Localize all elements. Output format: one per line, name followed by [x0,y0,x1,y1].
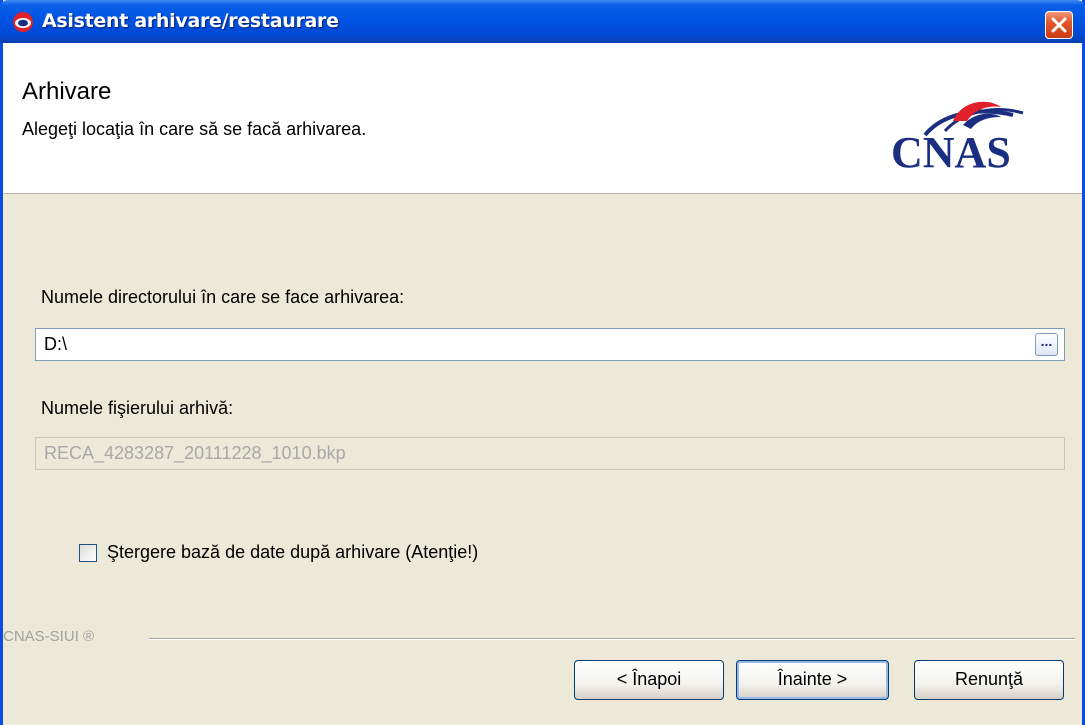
browse-button[interactable]: ... [1035,333,1058,356]
app-icon [12,11,34,33]
directory-field[interactable]: D:\ [35,328,1065,361]
footer-brand: CNAS-SIUI ® [3,628,95,645]
cancel-button[interactable]: Renunţă [914,660,1064,700]
delete-db-label[interactable]: Ştergere bază de date după arhivare (Ate… [107,542,478,563]
directory-value: D:\ [44,334,68,354]
window-title: Asistent arhivare/restaurare [42,10,339,32]
directory-label: Numele directorului în care se face arhi… [41,287,405,307]
footer-divider [149,638,1075,640]
archive-name-value: RECA_4283287_20111228_1010.bkp [44,443,346,463]
wizard-window: Asistent arhivare/restaurare Arhivare Al… [0,0,1085,725]
delete-db-checkbox[interactable] [79,544,97,562]
wizard-header: Arhivare Alegeţi locaţia în care să se f… [3,43,1082,194]
page-title: Arhivare [22,78,112,105]
close-button[interactable] [1045,11,1073,39]
close-icon [1051,17,1067,33]
logo-text: CNAS [891,128,1011,173]
back-button[interactable]: < Înapoi [574,660,724,700]
cnas-logo: CNAS [891,101,1024,173]
archive-name-field: RECA_4283287_20111228_1010.bkp [35,437,1065,470]
archive-label: Numele fişierului arhivă: [41,398,234,418]
page-subtitle: Alegeţi locaţia în care să se facă arhiv… [22,119,367,139]
title-bar[interactable]: Asistent arhivare/restaurare [0,0,1085,43]
next-button[interactable]: Înainte > [736,660,889,700]
